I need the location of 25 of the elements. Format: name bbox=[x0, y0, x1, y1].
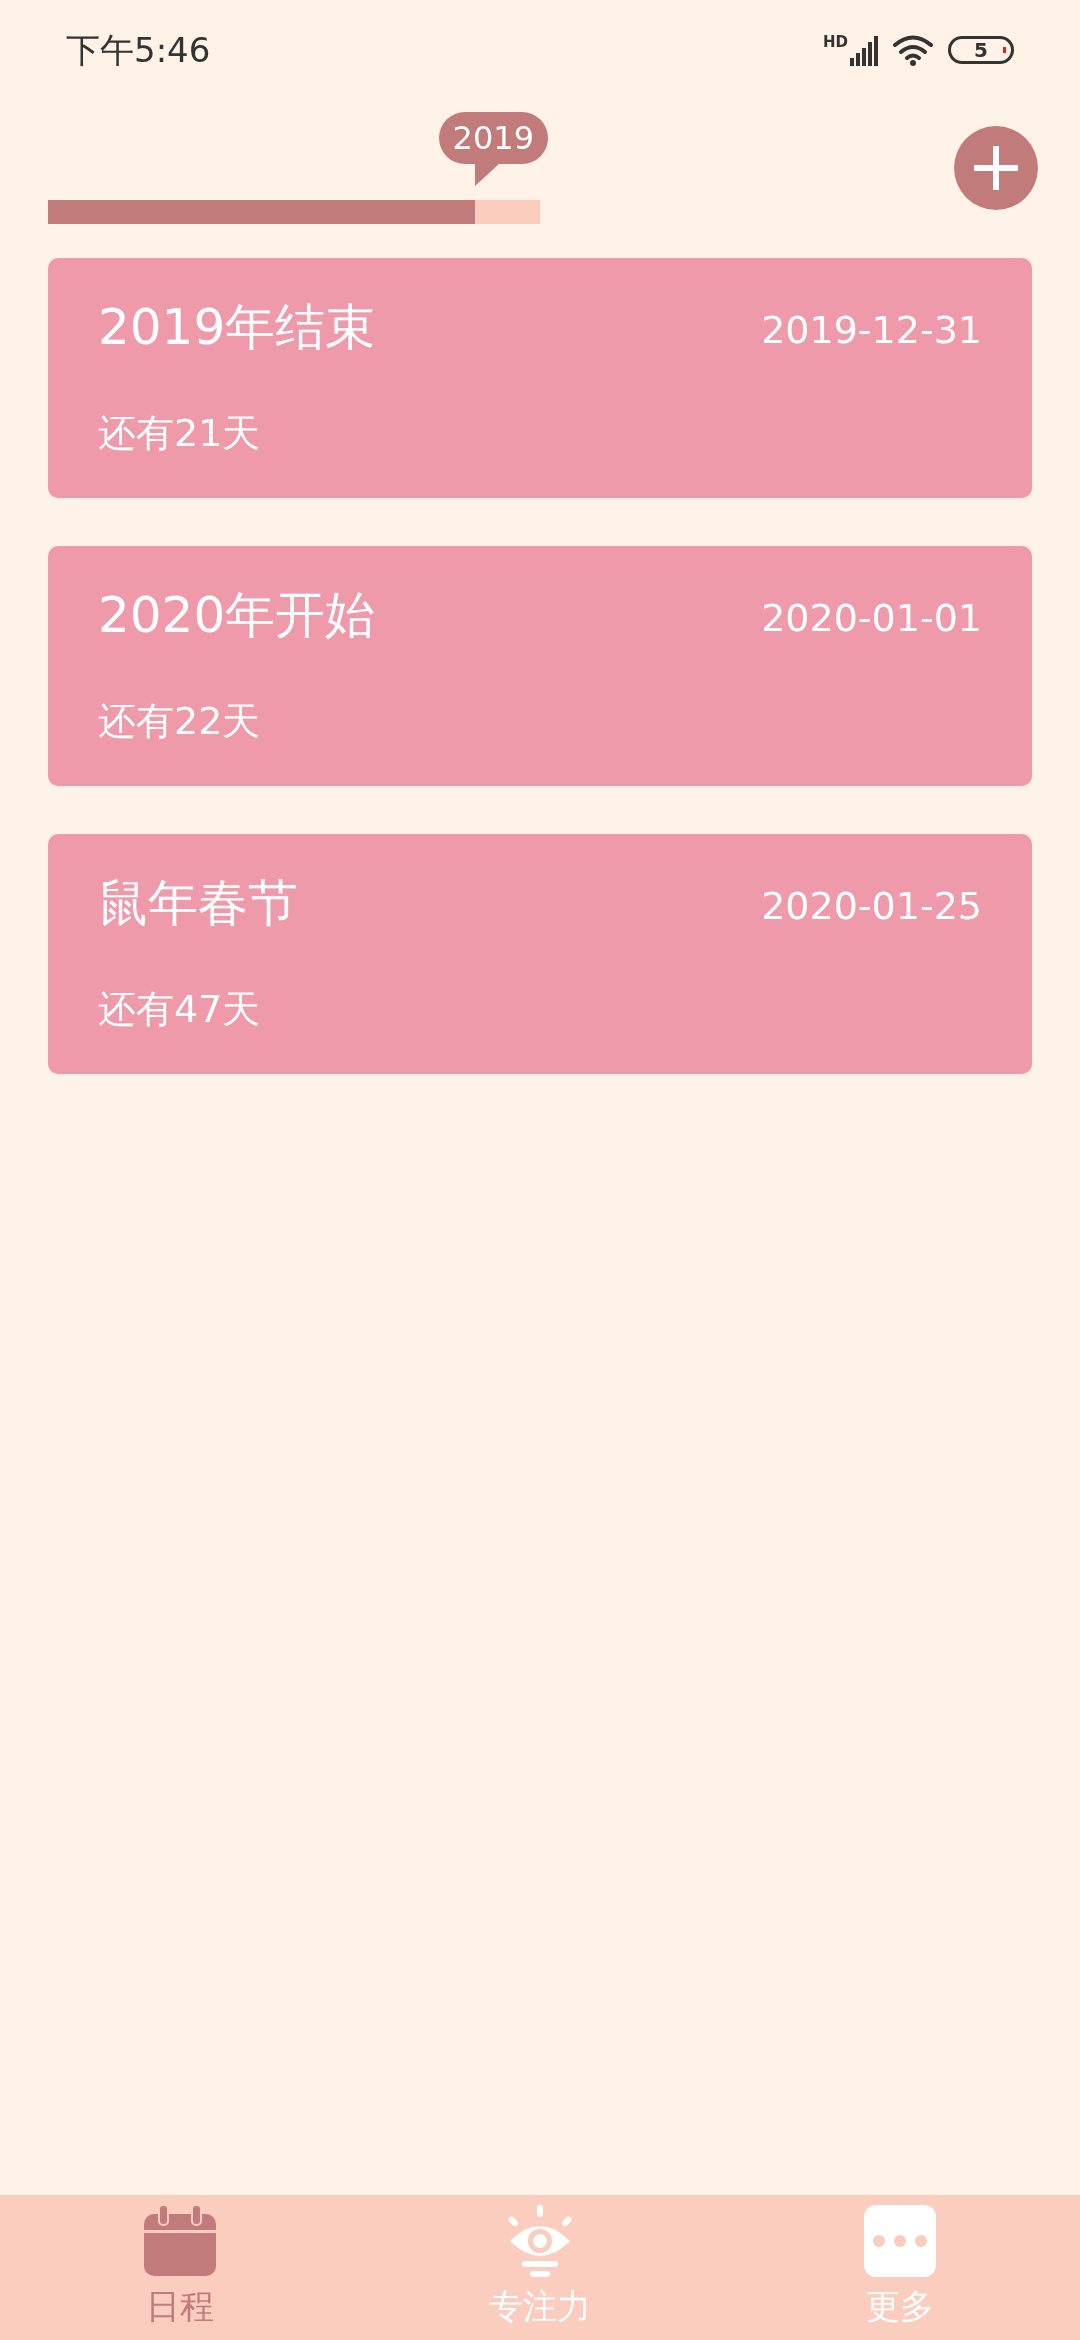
event-card[interactable]: 2020年开始 2020-01-01 还有22天 bbox=[48, 546, 1032, 786]
days-remaining: 还有22天 bbox=[98, 698, 262, 745]
event-date: 2020-01-25 bbox=[761, 883, 982, 930]
plus-icon bbox=[974, 146, 1018, 190]
calendar-icon bbox=[143, 2205, 217, 2277]
days-remaining: 还有21天 bbox=[98, 410, 262, 457]
days-remaining: 还有47天 bbox=[98, 986, 262, 1033]
more-icon bbox=[864, 2205, 936, 2277]
event-card[interactable]: 2019年结束 2019-12-31 还有21天 bbox=[48, 258, 1032, 498]
event-card[interactable]: 鼠年春节 2020-01-25 还有47天 bbox=[48, 834, 1032, 1074]
eye-icon bbox=[508, 2205, 572, 2277]
event-title: 鼠年春节 bbox=[98, 873, 298, 934]
signal-icon bbox=[850, 35, 878, 66]
nav-tab[interactable]: 更多 bbox=[720, 2195, 1080, 2340]
wifi-icon bbox=[892, 34, 934, 66]
nav-tab[interactable]: 专注力 bbox=[360, 2195, 720, 2340]
event-title: 2020年开始 bbox=[98, 585, 376, 646]
status-time: 下午5:46 bbox=[66, 28, 211, 72]
battery-indicator: 5 bbox=[948, 36, 1014, 64]
nav-tab[interactable]: 日程 bbox=[0, 2195, 360, 2340]
network-label: HD bbox=[823, 34, 848, 50]
event-date: 2019-12-31 bbox=[761, 307, 982, 354]
year-tooltip: 2019 bbox=[438, 112, 548, 186]
event-title: 2019年结束 bbox=[98, 297, 376, 358]
event-date: 2020-01-01 bbox=[761, 595, 982, 642]
